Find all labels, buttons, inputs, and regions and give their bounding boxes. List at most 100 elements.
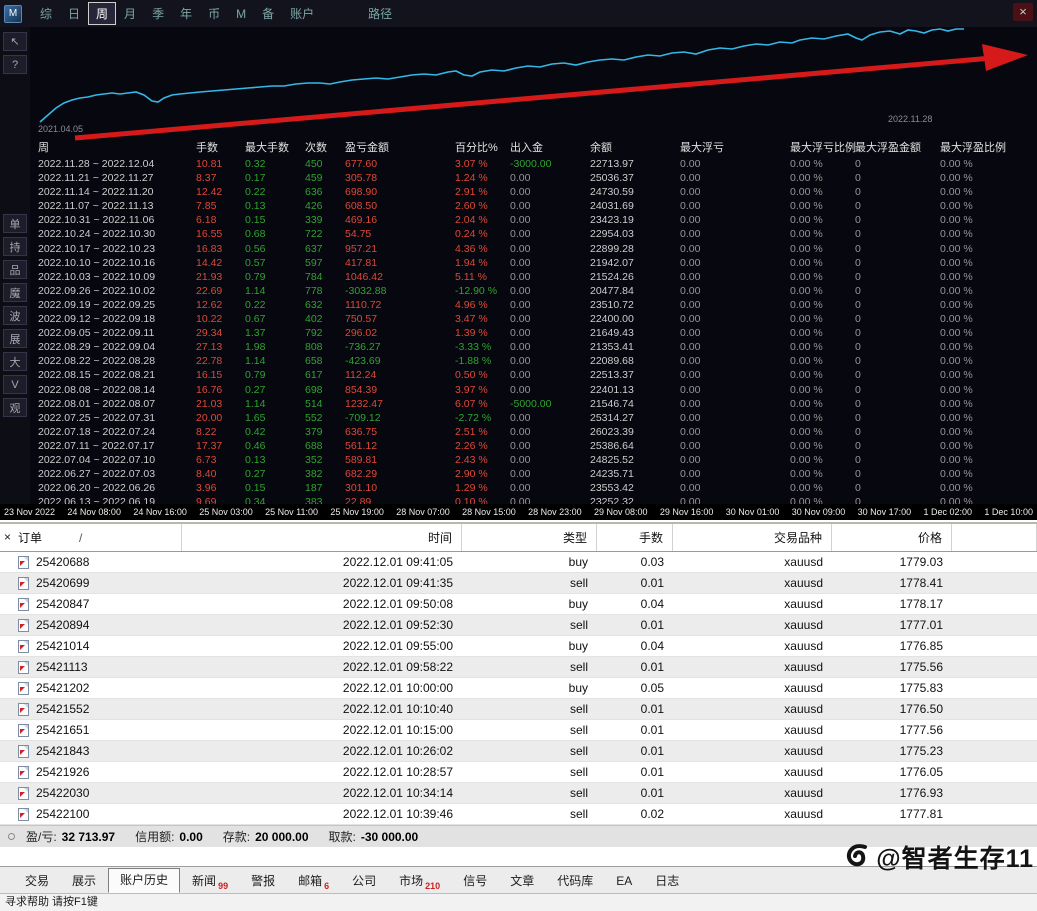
- stats-header-cell[interactable]: 周: [30, 140, 196, 157]
- menu-item-7[interactable]: M: [228, 4, 254, 24]
- stats-header-cell[interactable]: 出入金: [510, 140, 590, 157]
- stats-row[interactable]: 2022.07.11 ~ 2022.07.17 17.37 0.46 688 561.1…: [30, 439, 1037, 453]
- stats-row[interactable]: 2022.06.20 ~ 2022.06.26 3.96 0.15 187 301.10…: [30, 481, 1037, 495]
- history-row[interactable]: 25420847 2022.12.01 09:50:08 buy 0.04 xauusd…: [0, 594, 1037, 615]
- history-row[interactable]: 25421926 2022.12.01 10:28:57 sell 0.01 xauus…: [0, 762, 1037, 783]
- tab-company[interactable]: 公司: [341, 870, 387, 892]
- sidebar-button-pin[interactable]: 品: [3, 260, 27, 279]
- stats-cell: 0.00: [510, 425, 531, 438]
- stats-cell: 792: [305, 327, 323, 340]
- history-row[interactable]: 25422100 2022.12.01 10:39:46 sell 0.02 xauus…: [0, 804, 1037, 825]
- stats-row[interactable]: 2022.09.12 ~ 2022.09.18 10.22 0.67 402 750.5…: [30, 312, 1037, 326]
- history-row[interactable]: 25421552 2022.12.01 10:10:40 sell 0.01 xauus…: [0, 699, 1037, 720]
- sidebar-button-bo[interactable]: 波: [3, 306, 27, 325]
- sidebar-button-da[interactable]: 大: [3, 352, 27, 371]
- stats-header-cell[interactable]: 最大浮盈比例: [940, 140, 1037, 157]
- history-header-cell[interactable]: 手数: [597, 524, 673, 551]
- tab-articles[interactable]: 文章: [499, 870, 545, 892]
- history-row[interactable]: 25420688 2022.12.01 09:41:05 buy 0.03 xauusd…: [0, 552, 1037, 573]
- stats-row[interactable]: 2022.10.17 ~ 2022.10.23 16.83 0.56 637 957.2…: [30, 242, 1037, 256]
- stats-row[interactable]: 2022.09.19 ~ 2022.09.25 12.62 0.22 632 1110.…: [30, 298, 1037, 312]
- history-row[interactable]: 25420699 2022.12.01 09:41:35 sell 0.01 xauus…: [0, 573, 1037, 594]
- path-menu-item[interactable]: 路径: [368, 5, 392, 22]
- tab-signals[interactable]: 信号: [452, 870, 498, 892]
- history-header-cell[interactable]: 价格: [832, 524, 952, 551]
- close-icon[interactable]: ×: [1013, 3, 1033, 21]
- history-header-cell[interactable]: 交易品种: [673, 524, 832, 551]
- history-row[interactable]: 25421113 2022.12.01 09:58:22 sell 0.01 xauus…: [0, 657, 1037, 678]
- history-row[interactable]: 25421843 2022.12.01 10:26:02 sell 0.01 xauus…: [0, 741, 1037, 762]
- stats-header-cell[interactable]: 余额: [590, 140, 680, 157]
- stats-row[interactable]: 2022.08.22 ~ 2022.08.28 22.78 1.14 658 -423.…: [30, 354, 1037, 368]
- app-icon[interactable]: M: [4, 4, 22, 23]
- sidebar-button-zhan[interactable]: 展: [3, 329, 27, 348]
- tab-mailbox[interactable]: 邮箱 6: [287, 870, 340, 892]
- history-cell: xauusd: [784, 765, 823, 779]
- stats-row[interactable]: 2022.10.10 ~ 2022.10.16 14.42 0.57 597 417.8…: [30, 256, 1037, 270]
- tab-codebase[interactable]: 代码库: [546, 870, 604, 892]
- stats-row[interactable]: 2022.06.13 ~ 2022.06.19 9.69 0.34 383 22.89 0…: [30, 495, 1037, 504]
- history-row[interactable]: 25420894 2022.12.01 09:52:30 sell 0.01 xauus…: [0, 615, 1037, 636]
- history-header-cell[interactable]: 类型: [462, 524, 597, 551]
- stats-row[interactable]: 2022.07.25 ~ 2022.07.31 20.00 1.65 552 -709.…: [30, 411, 1037, 425]
- tab-trade[interactable]: 交易: [14, 870, 60, 892]
- menu-item-3[interactable]: 月: [116, 2, 144, 25]
- help-icon[interactable]: ?: [3, 55, 27, 74]
- panel-close-icon[interactable]: ×: [4, 531, 11, 543]
- stats-row[interactable]: 2022.09.05 ~ 2022.09.11 29.34 1.37 792 296.0…: [30, 326, 1037, 340]
- stats-header-cell[interactable]: 盈亏金额: [345, 140, 455, 157]
- stats-row[interactable]: 2022.10.31 ~ 2022.11.06 6.18 0.15 339 469.16…: [30, 213, 1037, 227]
- history-cell: 2022.12.01 09:55:00: [342, 639, 453, 653]
- stats-row[interactable]: 2022.07.04 ~ 2022.07.10 6.73 0.13 352 589.81…: [30, 453, 1037, 467]
- stats-header-cell[interactable]: 次数: [305, 140, 345, 157]
- sidebar-button-chi[interactable]: 持: [3, 237, 27, 256]
- row-filler: [952, 741, 1037, 761]
- stats-header-cell[interactable]: 手数: [196, 140, 245, 157]
- stats-row[interactable]: 2022.08.01 ~ 2022.08.07 21.03 1.14 514 1232.…: [30, 397, 1037, 411]
- stats-row[interactable]: 2022.08.15 ~ 2022.08.21 16.15 0.79 617 112.2…: [30, 368, 1037, 382]
- stats-row[interactable]: 2022.10.24 ~ 2022.10.30 16.55 0.68 722 54.75…: [30, 227, 1037, 241]
- menu-item-1[interactable]: 日: [60, 2, 88, 25]
- menu-item-5[interactable]: 年: [172, 2, 200, 25]
- stats-header-cell[interactable]: 百分比%: [455, 140, 510, 157]
- tab-exposure[interactable]: 展示: [61, 870, 107, 892]
- stats-row[interactable]: 2022.11.28 ~ 2022.12.04 10.81 0.32 450 677.6…: [30, 157, 1037, 171]
- history-header-cell[interactable]: 时间: [182, 524, 462, 551]
- tab-news[interactable]: 新闻 99: [181, 870, 239, 892]
- tab-journal[interactable]: 日志: [644, 870, 690, 892]
- stats-header-cell[interactable]: 最大浮盈金额: [855, 140, 940, 157]
- stats-row[interactable]: 2022.06.27 ~ 2022.07.03 8.40 0.27 382 682.29…: [30, 467, 1037, 481]
- tab-ea[interactable]: EA: [605, 870, 643, 892]
- cursor-icon[interactable]: ↖: [3, 32, 27, 51]
- tab-market[interactable]: 市场 210: [388, 870, 451, 892]
- menu-item-0[interactable]: 综: [32, 2, 60, 25]
- stats-row[interactable]: 2022.07.18 ~ 2022.07.24 8.22 0.42 379 636.75…: [30, 425, 1037, 439]
- stats-header-cell[interactable]: 最大手数: [245, 140, 305, 157]
- tab-account-history[interactable]: 账户历史: [108, 868, 181, 893]
- sidebar-button-mo[interactable]: 魔: [3, 283, 27, 302]
- stats-header-cell[interactable]: 最大浮亏比例: [790, 140, 856, 157]
- sidebar-button-v[interactable]: V: [3, 375, 27, 394]
- history-row[interactable]: 25422030 2022.12.01 10:34:14 sell 0.01 xauus…: [0, 783, 1037, 804]
- menu-item-8[interactable]: 备: [254, 2, 282, 25]
- stats-header-cell[interactable]: 最大浮亏: [680, 140, 790, 157]
- history-row[interactable]: 25421651 2022.12.01 10:15:00 sell 0.01 xauus…: [0, 720, 1037, 741]
- stats-row[interactable]: 2022.11.14 ~ 2022.11.20 12.42 0.22 636 698.9…: [30, 185, 1037, 199]
- menu-item-2[interactable]: 周: [88, 2, 117, 25]
- history-cell: xauusd: [784, 555, 823, 569]
- stats-row[interactable]: 2022.08.29 ~ 2022.09.04 27.13 1.98 808 -736.…: [30, 340, 1037, 354]
- history-row[interactable]: 25421014 2022.12.01 09:55:00 buy 0.04 xauusd…: [0, 636, 1037, 657]
- history-header-cell[interactable]: 订单 /: [0, 524, 182, 551]
- stats-row[interactable]: 2022.11.21 ~ 2022.11.27 8.37 0.17 459 305.78…: [30, 171, 1037, 185]
- stats-row[interactable]: 2022.09.26 ~ 2022.10.02 22.69 1.14 778 -3032…: [30, 284, 1037, 298]
- stats-row[interactable]: 2022.10.03 ~ 2022.10.09 21.93 0.79 784 1046.…: [30, 270, 1037, 284]
- stats-row[interactable]: 2022.08.08 ~ 2022.08.14 16.76 0.27 698 854.3…: [30, 383, 1037, 397]
- stats-row[interactable]: 2022.11.07 ~ 2022.11.13 7.85 0.13 426 608.50…: [30, 199, 1037, 213]
- tab-alerts[interactable]: 警报: [240, 870, 286, 892]
- sidebar-button-guan[interactable]: 观: [3, 398, 27, 417]
- sidebar-button-dan[interactable]: 单: [3, 214, 27, 233]
- menu-item-4[interactable]: 季: [144, 2, 172, 25]
- menu-item-6[interactable]: 币: [200, 2, 228, 25]
- history-row[interactable]: 25421202 2022.12.01 10:00:00 buy 0.05 xauusd…: [0, 678, 1037, 699]
- menu-item-9[interactable]: 账户: [282, 2, 322, 25]
